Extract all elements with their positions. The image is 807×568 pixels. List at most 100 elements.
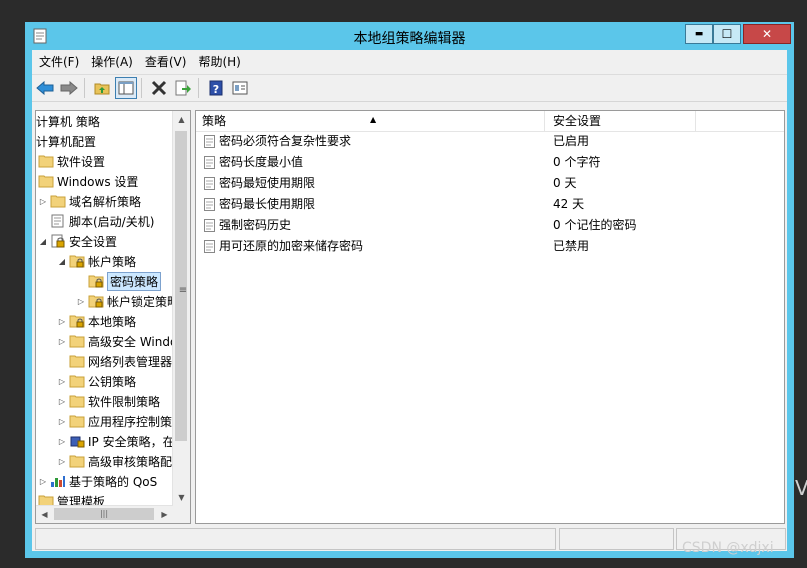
menu-bar: 文件(F) 操作(A) 查看(V) 帮助(H) [32,50,787,73]
expander-icon[interactable]: ▷ [57,317,67,326]
grip-icon: ≡ [178,285,188,296]
menu-help[interactable]: 帮助(H) [194,53,245,70]
tree-item[interactable]: 网络列表管理器 [57,351,172,371]
delete-icon [151,80,167,96]
tree-horizontal-scrollbar[interactable]: ◀ ||| ▶ [36,505,173,523]
toolbar-separator [198,78,199,98]
tree-item[interactable]: ▷ 公钥策略 [57,371,136,391]
tree-item[interactable]: ▷ 本地策略 [57,311,136,331]
tree-item-label: 软件设置 [57,154,106,169]
scroll-right-arrow-icon[interactable]: ▶ [156,506,173,523]
forward-button[interactable] [58,77,80,99]
folder-icon [69,394,85,408]
tree-item[interactable]: ▷ IP 安全策略，在 [57,431,175,451]
policy-setting: 0 个记住的密码 [553,218,637,232]
policy-setting: 0 天 [553,176,577,190]
tree-item[interactable]: ▷ 软件限制策略 [57,391,160,411]
up-folder-button[interactable] [91,77,113,99]
policy-row[interactable]: 密码最长使用期限 42 天 [196,194,784,215]
properties-button[interactable] [229,77,251,99]
tree-pane[interactable]: 计算机 策略计算机配置软件设置 Windows 设置 ▷ 域名解析策略脚本(启动/关机… [35,110,191,524]
menu-file[interactable]: 文件(F) [35,53,84,70]
column-header-setting-label: 安全设置 [553,114,602,128]
tree-vertical-scrollbar[interactable]: ▲ ≡ ▼ [172,111,190,506]
qos-chart-icon [50,474,66,488]
tree-item-label: 脚本(启动/关机) [69,214,155,229]
tree-item[interactable]: 软件设置 [36,151,105,171]
tree-item[interactable]: ▷ 高级审核策略配 [57,451,172,471]
tree-item[interactable]: 计算机配置 [36,131,96,151]
export-list-button[interactable] [172,77,194,99]
list-header: 策略 ▲ 安全设置 [196,111,784,132]
policy-icon [204,135,215,148]
tree-item[interactable]: ▷ 域名解析策略 [38,191,141,211]
policy-setting: 已禁用 [553,239,590,253]
scroll-corner [173,506,190,523]
main-window: 本地组策略编辑器 ▬ ☐ ✕ 文件(F) 操作(A) 查看(V) 帮助(H) ?… [25,22,794,558]
folder-icon [69,354,85,368]
expander-icon[interactable]: ◢ [57,257,67,266]
tree-item-label: 计算机配置 [36,134,97,149]
tree-item-label: 密码策略 [107,271,162,291]
help-button[interactable]: ? [205,77,227,99]
expander-icon[interactable]: ◢ [38,237,48,246]
tree-item[interactable]: 计算机 策略 [36,111,100,131]
back-button[interactable] [34,77,56,99]
horizontal-scroll-thumb[interactable]: ||| [54,508,154,520]
title-bar[interactable]: 本地组策略编辑器 ▬ ☐ ✕ [25,22,794,50]
tree-item[interactable]: ▷ 高级安全 Windo [57,331,177,351]
properties-icon [232,81,248,95]
minimize-icon: ▬ [694,29,704,39]
policy-row[interactable]: 用可还原的加密来储存密码 已禁用 [196,236,784,257]
expander-icon[interactable]: ▷ [57,337,67,346]
tree-item[interactable]: ◢ 帐户策略 [57,251,136,271]
expander-icon[interactable]: ▷ [57,377,67,386]
column-header-setting[interactable]: 安全设置 [547,111,696,131]
menu-action[interactable]: 操作(A) [87,53,138,70]
close-button[interactable]: ✕ [743,24,791,44]
tree-item[interactable]: 密码策略 [76,271,162,291]
policy-row[interactable]: 密码必须符合复杂性要求 已启用 [196,131,784,152]
minimize-button[interactable]: ▬ [685,24,713,44]
policy-row[interactable]: 密码最短使用期限 0 天 [196,173,784,194]
menu-view[interactable]: 查看(V) [141,53,192,70]
status-cell-main [35,528,556,550]
script-icon [50,214,66,228]
locked-folder-icon [69,254,85,268]
expander-icon[interactable]: ▷ [57,457,67,466]
column-header-policy[interactable]: 策略 ▲ [196,111,545,131]
tree-item[interactable]: 脚本(启动/关机) [38,211,154,231]
policy-icon [204,177,215,190]
tree-item[interactable]: ◢ 安全设置 [38,231,117,251]
expander-icon[interactable]: ▷ [38,477,48,486]
expander-icon[interactable]: ▷ [57,437,67,446]
svg-text:?: ? [213,83,219,96]
locked-folder-icon [69,314,85,328]
show-hide-tree-button[interactable] [115,77,137,99]
forward-icon [60,81,78,95]
window-title: 本地组策略编辑器 [353,31,466,47]
locked-folder-icon [88,274,104,288]
maximize-button[interactable]: ☐ [713,24,741,44]
watermark: CSDN @xdjxi [682,540,774,556]
tree-item[interactable]: ▷ 基于策略的 QoS [38,471,157,491]
folder-icon [69,374,85,388]
scroll-up-arrow-icon[interactable]: ▲ [173,111,190,128]
scroll-down-arrow-icon[interactable]: ▼ [173,489,190,506]
delete-button[interactable] [148,77,170,99]
tree-item-label: 应用程序控制策 [88,414,173,429]
policy-name: 密码长度最小值 [219,155,304,169]
expander-icon[interactable]: ▷ [76,297,86,306]
policy-row[interactable]: 强制密码历史 0 个记住的密码 [196,215,784,236]
expander-icon[interactable]: ▷ [38,197,48,206]
client-area: 文件(F) 操作(A) 查看(V) 帮助(H) ? 计算机 策略 计算机配置 软… [32,50,787,551]
scroll-left-arrow-icon[interactable]: ◀ [36,506,53,523]
tree-item-label: 帐户锁定策略 [107,294,180,309]
expander-icon[interactable]: ▷ [57,417,67,426]
tree-item[interactable]: Windows 设置 [36,171,138,191]
policy-row[interactable]: 密码长度最小值 0 个字符 [196,152,784,173]
tree-item[interactable]: ▷ 应用程序控制策 [57,411,172,431]
expander-icon[interactable]: ▷ [57,397,67,406]
tree-item[interactable]: ▷ 帐户锁定策略 [76,291,179,311]
scroll-thumb[interactable]: ≡ [175,131,187,441]
